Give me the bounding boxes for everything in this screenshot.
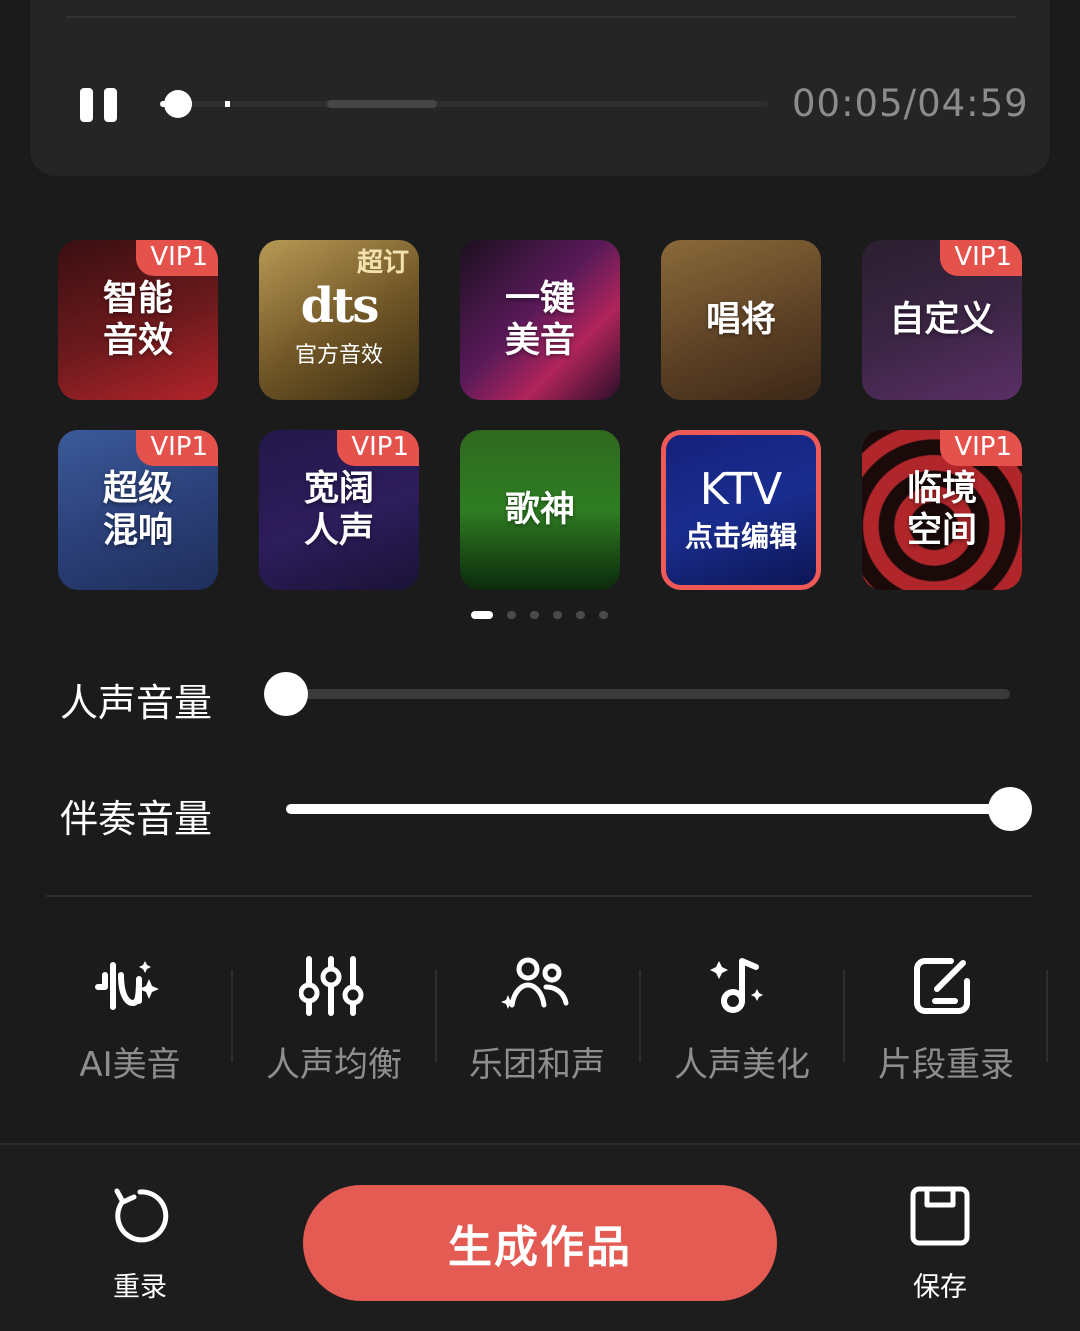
vocal-volume-label: 人声音量	[60, 681, 213, 725]
pause-button[interactable]	[80, 88, 118, 122]
divider	[1046, 970, 1048, 1062]
divider	[639, 970, 641, 1062]
rerecord-label: 重录	[113, 1272, 167, 1303]
page-dot	[507, 611, 516, 619]
bottom-bar: 重录 生成作品 保存	[0, 1143, 1080, 1331]
divider	[231, 970, 233, 1062]
page-dot	[576, 611, 585, 619]
buffer-segment	[327, 100, 437, 108]
group-harmony-icon	[501, 957, 569, 1009]
tool-vocal-beautify[interactable]: 人声美化	[642, 955, 842, 1085]
vip-badge: VIP1	[337, 430, 419, 466]
progress-track[interactable]	[160, 101, 768, 107]
effect-name: 唱将	[705, 300, 776, 340]
effect-name: 自定义	[889, 300, 995, 340]
effect-tile[interactable]: 一键 美音	[460, 240, 620, 400]
effect-name: 智能 音效	[102, 279, 173, 361]
effect-tile[interactable]: 超级 混响 VIP1	[58, 430, 218, 590]
edit-square-icon	[914, 958, 970, 1014]
tool-label: 人声均衡	[266, 1045, 402, 1085]
effect-name: 宽阔 人声	[303, 469, 374, 551]
save-button[interactable]: 保存	[870, 1185, 1010, 1304]
ai-waveform-icon	[95, 961, 159, 1010]
generate-button[interactable]: 生成作品	[303, 1185, 777, 1301]
vip-badge: 超订	[356, 248, 409, 278]
effect-tile[interactable]: 自定义 VIP1	[862, 240, 1022, 400]
divider	[46, 895, 1032, 897]
accompaniment-volume-fill	[286, 804, 1010, 814]
tool-vocal-eq[interactable]: 人声均衡	[234, 955, 434, 1085]
tool-label: AI美音	[79, 1045, 181, 1085]
music-note-sparkle-icon	[710, 958, 763, 1013]
dts-logo: dts	[300, 278, 380, 334]
vocal-volume-track[interactable]	[286, 689, 1010, 699]
vocal-volume-thumb[interactable]	[264, 672, 308, 716]
playback-time: 00:05/04:59	[792, 82, 1029, 125]
tool-band-harmony[interactable]: 乐团和声	[437, 955, 637, 1085]
divider	[843, 970, 845, 1062]
tool-segment-rerecord[interactable]: 片段重录	[846, 955, 1046, 1085]
vip-badge: VIP1	[940, 430, 1022, 466]
page-dot	[530, 611, 539, 619]
effect-edit-hint: 点击编辑	[684, 520, 797, 553]
equalizer-icon	[299, 956, 364, 1016]
vip-badge: VIP1	[136, 430, 218, 466]
vip-badge: VIP1	[940, 240, 1022, 276]
effect-name: KTV	[699, 464, 783, 515]
effect-name: 一键 美音	[504, 279, 575, 361]
page-dot	[553, 611, 562, 619]
progress-thumb[interactable]	[164, 90, 192, 118]
effect-name: 临境 空间	[906, 469, 977, 551]
effect-tile[interactable]: 唱将	[661, 240, 821, 400]
effect-tile[interactable]: 智能 音效 VIP1	[58, 240, 218, 400]
effect-name: 官方音效	[294, 343, 383, 368]
effect-name: 歌神	[504, 490, 575, 530]
effect-tile[interactable]: dts 官方音效 超订	[259, 240, 419, 400]
effect-tile[interactable]: KTV 点击编辑	[661, 430, 821, 590]
page-dot-active	[471, 611, 493, 619]
accompaniment-volume-thumb[interactable]	[988, 787, 1032, 831]
vip-badge: VIP1	[136, 240, 218, 276]
accompaniment-volume-label: 伴奏音量	[60, 797, 213, 841]
effect-tile[interactable]: 宽阔 人声 VIP1	[259, 430, 419, 590]
effect-tile[interactable]: 歌神	[460, 430, 620, 590]
rerecord-icon	[114, 1188, 169, 1243]
save-label: 保存	[913, 1272, 967, 1303]
page-dot	[599, 611, 608, 619]
divider	[66, 16, 1016, 18]
progress-marker	[225, 101, 230, 107]
effect-name: 超级 混响	[102, 469, 173, 551]
tool-ai-beautify[interactable]: AI美音	[30, 955, 230, 1085]
tool-label: 乐团和声	[469, 1045, 605, 1085]
tool-label: 人声美化	[674, 1045, 810, 1085]
rerecord-button[interactable]: 重录	[70, 1185, 210, 1304]
tool-label: 片段重录	[878, 1045, 1014, 1085]
effect-tile[interactable]: 临境 空间 VIP1	[862, 430, 1022, 590]
save-icon	[910, 1186, 970, 1246]
